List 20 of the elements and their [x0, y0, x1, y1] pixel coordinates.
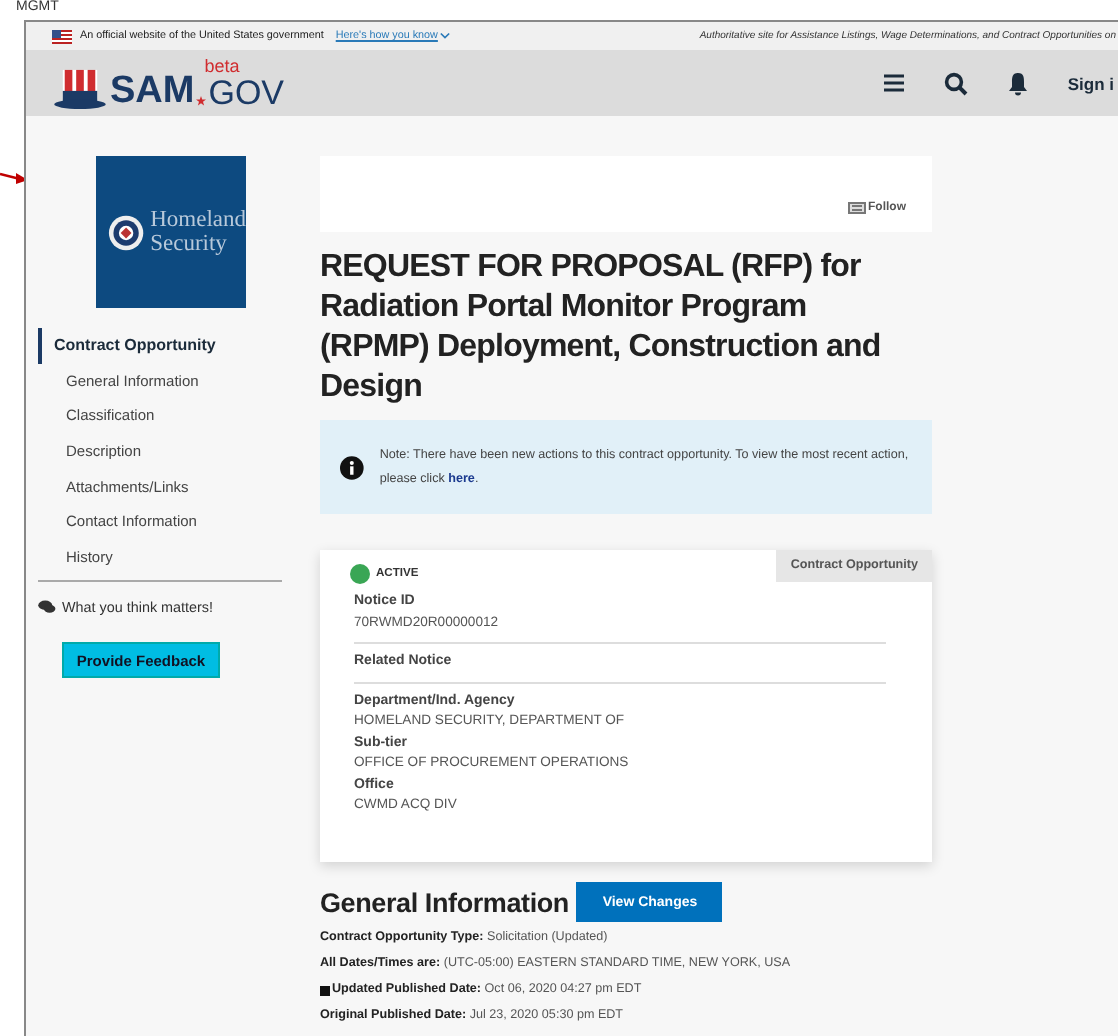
- star-icon: [196, 95, 207, 105]
- hat-icon[interactable]: [52, 67, 108, 109]
- square-icon: [320, 985, 330, 995]
- search-icon[interactable]: [943, 71, 968, 95]
- arrow-icon: [0, 170, 28, 186]
- sidebar-nav-item[interactable]: Contract Opportunity: [38, 328, 282, 364]
- menu-icon[interactable]: [883, 74, 904, 92]
- bell-icon[interactable]: [1007, 71, 1028, 95]
- sign-in-link[interactable]: Sign i: [1067, 73, 1114, 93]
- agency-logo: Homeland Security: [96, 156, 246, 308]
- chevron-icon: [439, 32, 450, 40]
- page-title: REQUEST FOR PROPOSAL (RFP) for Radiation Portal Monitor Program (RPMP) Deployment, Construction and Design: [320, 248, 883, 408]
- logo-wordmark[interactable]: GOV: [208, 75, 285, 109]
- flag-icon: [52, 29, 72, 43]
- card-icon: [848, 202, 866, 214]
- info-icon: [340, 453, 364, 481]
- chat-icon: [38, 600, 56, 615]
- beta-label: beta: [204, 57, 242, 75]
- logo-wordmark[interactable]: SAM: [110, 71, 195, 109]
- section-heading: General Information: [320, 887, 569, 917]
